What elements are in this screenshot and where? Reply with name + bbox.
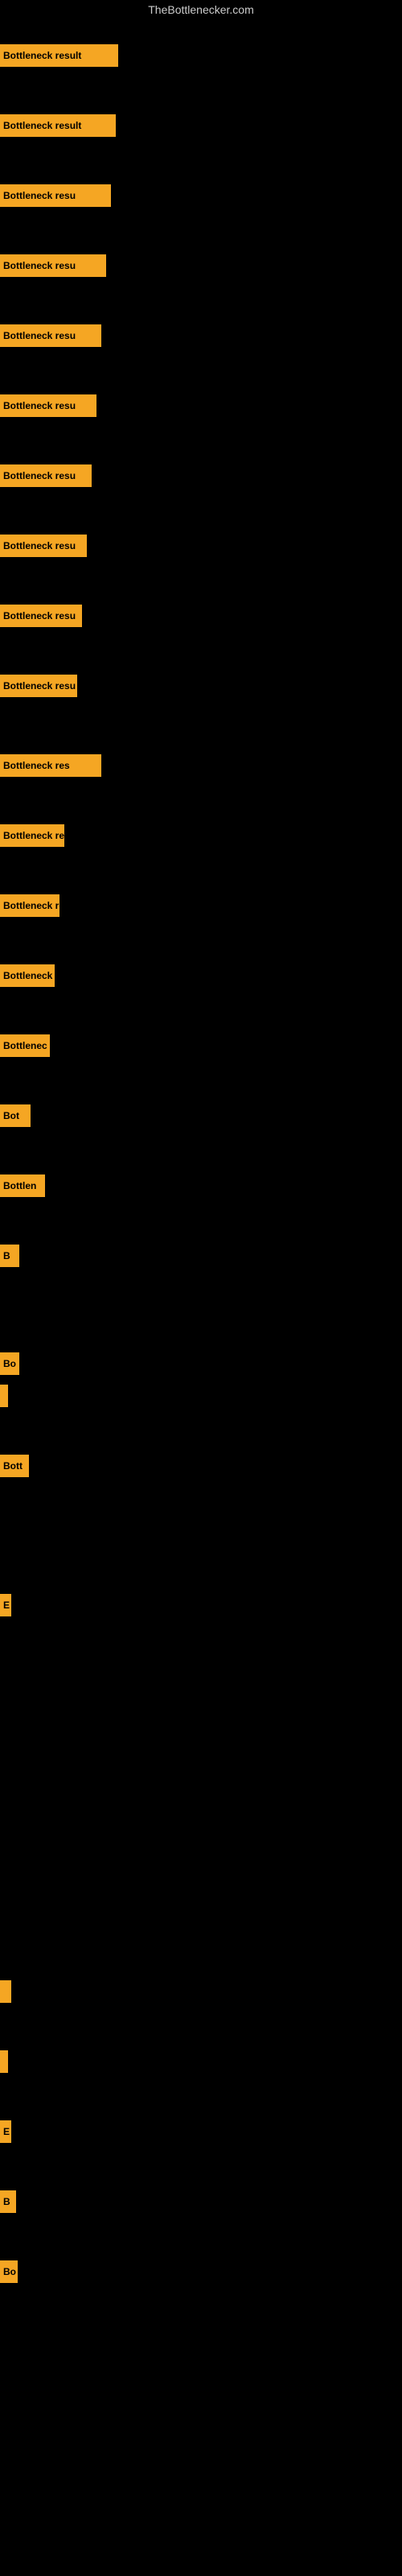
bottleneck-bar-1: Bottleneck result — [0, 114, 116, 137]
bottleneck-bar-5: Bottleneck resu — [0, 394, 96, 417]
bottleneck-bar-label-24: E — [3, 2126, 10, 2137]
bottleneck-bar-15: Bot — [0, 1104, 31, 1127]
bottleneck-bar-3: Bottleneck resu — [0, 254, 106, 277]
bottleneck-bar-16: Bottlen — [0, 1174, 45, 1197]
bottleneck-bar-label-1: Bottleneck result — [3, 120, 81, 131]
bottleneck-bar-13: Bottleneck r — [0, 964, 55, 987]
bottleneck-bar-23 — [0, 2050, 8, 2073]
bottleneck-bar-label-15: Bot — [3, 1110, 19, 1121]
bottleneck-bar-label-12: Bottleneck re — [3, 900, 59, 911]
bottleneck-bar-10: Bottleneck res — [0, 754, 101, 777]
bottleneck-bar-label-13: Bottleneck r — [3, 970, 55, 981]
bottleneck-bar-8: Bottleneck resu — [0, 605, 82, 627]
bottleneck-bar-label-7: Bottleneck resu — [3, 540, 76, 551]
bottleneck-bar-label-26: Bo — [3, 2266, 16, 2277]
bottleneck-bar-14: Bottlenec — [0, 1034, 50, 1057]
bottleneck-bar-2: Bottleneck resu — [0, 184, 111, 207]
bottleneck-bar-label-5: Bottleneck resu — [3, 400, 76, 411]
bottleneck-bar-25: B — [0, 2190, 16, 2213]
bottleneck-bar-label-4: Bottleneck resu — [3, 330, 76, 341]
bottleneck-bar-11: Bottleneck re — [0, 824, 64, 847]
bottleneck-bar-label-2: Bottleneck resu — [3, 190, 76, 201]
bottleneck-bar-18: Bo — [0, 1352, 19, 1375]
bottleneck-bar-label-16: Bottlen — [3, 1180, 36, 1191]
bottleneck-bar-26: Bo — [0, 2260, 18, 2283]
bottleneck-bar-label-9: Bottleneck resu — [3, 680, 76, 691]
bottleneck-bar-0: Bottleneck result — [0, 44, 118, 67]
bottleneck-bar-9: Bottleneck resu — [0, 675, 77, 697]
bottleneck-bar-4: Bottleneck resu — [0, 324, 101, 347]
bottleneck-bar-label-10: Bottleneck res — [3, 760, 70, 771]
bottleneck-bar-label-18: Bo — [3, 1358, 16, 1369]
bottleneck-bar-label-14: Bottlenec — [3, 1040, 47, 1051]
bottleneck-bar-12: Bottleneck re — [0, 894, 59, 917]
bottleneck-bar-label-17: B — [3, 1250, 10, 1261]
bottleneck-bar-label-8: Bottleneck resu — [3, 610, 76, 621]
bottleneck-bar-label-21: E — [3, 1600, 10, 1611]
bottleneck-bar-20: Bott — [0, 1455, 29, 1477]
bottleneck-bar-24: E — [0, 2120, 11, 2143]
bottleneck-bar-22 — [0, 1980, 11, 2003]
bottleneck-bar-label-25: B — [3, 2196, 10, 2207]
bottleneck-bar-label-3: Bottleneck resu — [3, 260, 76, 271]
bottleneck-bar-label-0: Bottleneck result — [3, 50, 81, 61]
bottleneck-bar-label-11: Bottleneck re — [3, 830, 64, 841]
bottleneck-bar-label-6: Bottleneck resu — [3, 470, 76, 481]
site-title: TheBottlenecker.com — [0, 0, 402, 19]
bottleneck-bar-17: B — [0, 1245, 19, 1267]
bottleneck-bar-19 — [0, 1385, 8, 1407]
bottleneck-bar-7: Bottleneck resu — [0, 535, 87, 557]
bottleneck-bar-21: E — [0, 1594, 11, 1616]
bottleneck-bar-label-20: Bott — [3, 1460, 23, 1472]
bottleneck-bar-6: Bottleneck resu — [0, 464, 92, 487]
